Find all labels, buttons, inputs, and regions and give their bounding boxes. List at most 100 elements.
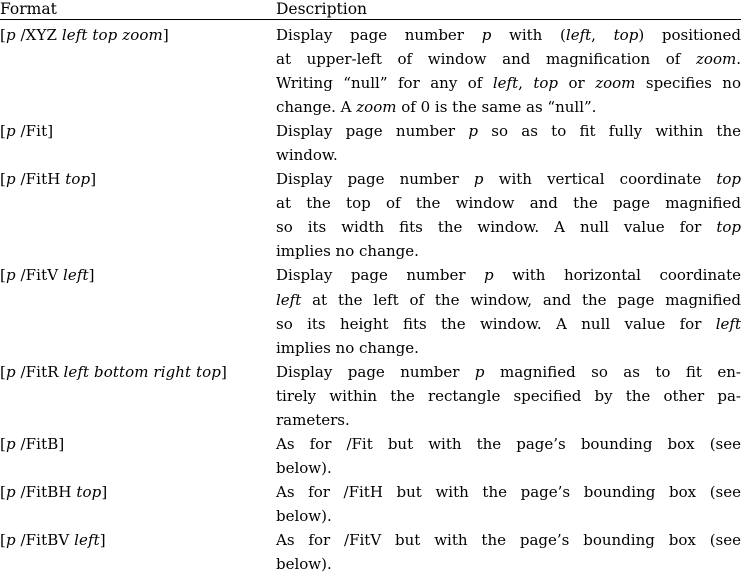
description-line: As for /FitH but with the page’s boundin… bbox=[276, 480, 741, 504]
roman-text: Display page number bbox=[276, 363, 475, 381]
description-line: tirely within the rectangle specified by… bbox=[276, 384, 741, 408]
description-line: Display page number p with (left, top) p… bbox=[276, 23, 741, 47]
italic-text: p bbox=[468, 122, 478, 140]
roman-text: change. A bbox=[276, 98, 356, 116]
cell-description: Display page number p with horizontal co… bbox=[276, 263, 741, 359]
roman-text: ) positioned bbox=[638, 26, 741, 44]
description-line: As for /FitV but with the page’s boundin… bbox=[276, 528, 741, 552]
table-header: Format Description bbox=[0, 0, 741, 20]
roman-text: Display page number bbox=[276, 170, 474, 188]
italic-text: left bbox=[63, 266, 89, 284]
roman-text: As for /Fit but with the page’s bounding… bbox=[276, 435, 741, 453]
roman-text: /FitH bbox=[16, 170, 66, 188]
italic-text: left bbox=[566, 26, 591, 44]
roman-text: at the left of the window, and the page … bbox=[301, 291, 741, 309]
roman-text: specifies no bbox=[635, 74, 741, 92]
cell-format: [p /XYZ left top zoom] bbox=[0, 20, 276, 120]
roman-text: Display page number bbox=[276, 26, 482, 44]
italic-text: top bbox=[533, 74, 558, 92]
italic-text: p bbox=[6, 26, 16, 44]
description-line: Display page number p so as to fit fully… bbox=[276, 119, 741, 143]
italic-text: p bbox=[482, 26, 492, 44]
roman-text: /FitBH bbox=[16, 483, 77, 501]
roman-text: with ( bbox=[491, 26, 566, 44]
table-row: [p /FitBV left]As for /FitV but with the… bbox=[0, 528, 741, 576]
column-header-format: Format bbox=[0, 0, 276, 20]
italic-text: zoom bbox=[595, 74, 635, 92]
roman-text: below). bbox=[276, 459, 332, 477]
cell-description: As for /Fit but with the page’s bounding… bbox=[276, 432, 741, 480]
roman-text: ] bbox=[163, 26, 169, 44]
roman-text: /FitV bbox=[16, 266, 63, 284]
cell-description: As for /FitH but with the page’s boundin… bbox=[276, 480, 741, 528]
roman-text: so as to fit fully within the bbox=[478, 122, 741, 140]
italic-text: p bbox=[475, 363, 485, 381]
roman-text: ] bbox=[221, 363, 227, 381]
roman-text: Display page number bbox=[276, 122, 468, 140]
header-row: Format Description bbox=[0, 0, 741, 20]
roman-text: /XYZ bbox=[16, 26, 62, 44]
roman-text: so its height fits the window. A null va… bbox=[276, 315, 716, 333]
italic-text: p bbox=[484, 266, 494, 284]
roman-text: magnified so as to fit en- bbox=[485, 363, 741, 381]
italic-text: left bbox=[716, 315, 741, 333]
roman-text: with vertical coordinate bbox=[484, 170, 717, 188]
roman-text: Writing “null” for any of bbox=[276, 74, 493, 92]
italic-text: left bbox=[493, 74, 518, 92]
description-line: change. A zoom of 0 is the same as “null… bbox=[276, 95, 741, 119]
italic-text: top bbox=[76, 483, 101, 501]
roman-text: , bbox=[591, 26, 613, 44]
roman-text: /FitBV bbox=[16, 531, 74, 549]
roman-text: at upper-left of window and magnificatio… bbox=[276, 50, 696, 68]
cell-format: [p /FitV left] bbox=[0, 263, 276, 359]
roman-text: so its width fits the window. A null val… bbox=[276, 218, 716, 236]
table-row: [p /FitR left bottom right top]Display p… bbox=[0, 360, 741, 432]
description-line: at upper-left of window and magnificatio… bbox=[276, 47, 741, 71]
roman-text: , bbox=[518, 74, 533, 92]
description-line: below). bbox=[276, 456, 741, 480]
italic-text: p bbox=[6, 483, 16, 501]
description-line: left at the left of the window, and the … bbox=[276, 288, 741, 312]
italic-text: left bbox=[74, 531, 100, 549]
destination-format-table: Format Description [p /XYZ left top zoom… bbox=[0, 0, 745, 576]
roman-text: window. bbox=[276, 146, 338, 164]
table-row: [p /FitH top]Display page number p with … bbox=[0, 167, 741, 263]
roman-text: below). bbox=[276, 507, 332, 525]
roman-text: at the top of the window and the page ma… bbox=[276, 194, 741, 212]
italic-text: left bottom right top bbox=[63, 363, 221, 381]
roman-text: implies no change. bbox=[276, 339, 419, 357]
description-line: As for /Fit but with the page’s bounding… bbox=[276, 432, 741, 456]
roman-text: /FitR bbox=[16, 363, 64, 381]
cell-format: [p /FitB] bbox=[0, 432, 276, 480]
italic-text: p bbox=[6, 531, 16, 549]
cell-format: [p /Fit] bbox=[0, 119, 276, 167]
roman-text: implies no change. bbox=[276, 242, 419, 260]
italic-text: zoom bbox=[696, 50, 736, 68]
roman-text: /Fit] bbox=[16, 122, 54, 140]
description-line: below). bbox=[276, 552, 741, 576]
column-header-description: Description bbox=[276, 0, 741, 20]
roman-text: As for /FitV but with the page’s boundin… bbox=[276, 531, 741, 549]
italic-text: zoom bbox=[356, 98, 396, 116]
description-line: implies no change. bbox=[276, 239, 741, 263]
description-line: Display page number p with vertical coor… bbox=[276, 167, 741, 191]
description-line: at the top of the window and the page ma… bbox=[276, 191, 741, 215]
cell-format: [p /FitR left bottom right top] bbox=[0, 360, 276, 432]
roman-text: . bbox=[736, 50, 741, 68]
roman-text: ] bbox=[101, 483, 107, 501]
roman-text: ] bbox=[89, 266, 95, 284]
cell-format: [p /FitH top] bbox=[0, 167, 276, 263]
roman-text: ] bbox=[90, 170, 96, 188]
description-line: below). bbox=[276, 504, 741, 528]
italic-text: p bbox=[6, 122, 16, 140]
italic-text: top bbox=[716, 218, 741, 236]
cell-format: [p /FitBV left] bbox=[0, 528, 276, 576]
roman-text: /FitB] bbox=[16, 435, 65, 453]
description-line: implies no change. bbox=[276, 336, 741, 360]
roman-text: rameters. bbox=[276, 411, 350, 429]
roman-text: with horizontal coordinate bbox=[494, 266, 741, 284]
description-line: so its height fits the window. A null va… bbox=[276, 312, 741, 336]
cell-format: [p /FitBH top] bbox=[0, 480, 276, 528]
roman-text: or bbox=[558, 74, 595, 92]
cell-description: Display page number p so as to fit fully… bbox=[276, 119, 741, 167]
